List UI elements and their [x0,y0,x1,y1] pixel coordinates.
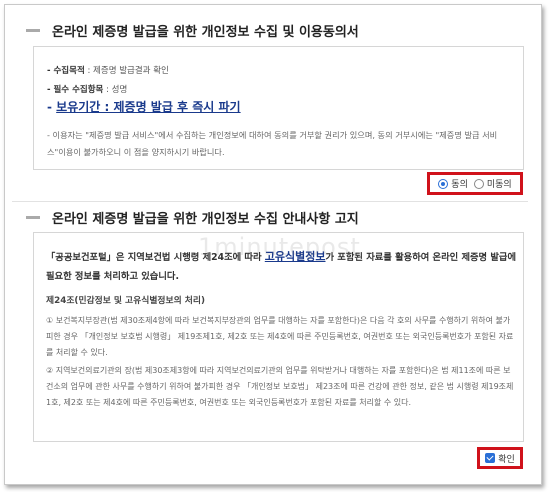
section1-title: 온라인 제증명 발급을 위한 개인정보 수집 및 이용동의서 [52,25,359,40]
radio-selected-icon[interactable] [438,178,449,189]
purpose-label: - 수집목적 [47,66,85,76]
section2-title: 온라인 제증명 발급을 위한 개인정보 수집 안내사항 고지 [52,212,359,227]
retention-prefix: - [47,100,57,114]
checkbox-checked-icon[interactable] [485,453,496,463]
intro-before: 「공공보건포털」은 지역보건법 시행령 제24조에 따라 [46,252,265,263]
consent-info-box: - 수집목적 : 제증명 발급결과 확인 - 필수 수집항목 : 성명 - 보유… [33,46,524,170]
confirm-checkbox[interactable]: 확인 [477,447,523,469]
purpose-row: - 수집목적 : 제증명 발급결과 확인 [47,64,169,76]
section2-heading: 온라인 제증명 발급을 위한 개인정보 수집 안내사항 고지 [26,208,359,227]
agree-option[interactable]: 동의 [438,177,468,190]
purpose-value: : 제증명 발급결과 확인 [84,66,169,76]
required-value: : 성명 [103,85,128,95]
heading-dash-icon [26,29,40,32]
retention-period: - 보유기간 : 제증명 발급 후 즉시 파기 [47,98,241,115]
article-paragraph-2: ② 지역보건의료기관의 장(법 제30조제3항에 따라 지역보건의료기관의 업무… [46,366,514,407]
disagree-option[interactable]: 미동의 [473,177,512,190]
section1-heading: 온라인 제증명 발급을 위한 개인정보 수집 및 이용동의서 [26,21,359,40]
agree-label: 동의 [451,180,468,190]
retention-text: 보유기간 : 제증명 발급 후 즉시 파기 [56,100,241,114]
section-divider [12,201,528,202]
required-items-row: - 필수 수집항목 : 성명 [47,83,127,95]
unique-id-info-link[interactable]: 고유식별정보 [265,250,326,263]
notice-info-box: 「공공보건포털」은 지역보건법 시행령 제24조에 따라 고유식별정보가 포함된… [33,232,524,442]
required-label: - 필수 수집항목 [47,85,104,95]
confirm-label: 확인 [498,454,515,465]
heading-dash-icon [26,216,40,219]
notice-intro: 「공공보건포털」은 지역보건법 시행령 제24조에 따라 고유식별정보가 포함된… [46,247,516,286]
article-paragraph-1: ① 보건복지부장관(법 제30조제4항에 따라 보건복지부장관의 업무를 대행하… [46,316,514,357]
article-title: 제24조(민감정보 및 고유식별정보의 처리) [46,296,205,306]
refusal-notice: - 이용자는 "제증명 발급 서비스"에서 수집하는 개인정보에 대하여 동의를… [47,130,498,157]
disagree-label: 미동의 [486,180,512,190]
radio-unselected-icon[interactable] [473,178,484,189]
consent-radio-group: 동의 미동의 [427,172,523,195]
